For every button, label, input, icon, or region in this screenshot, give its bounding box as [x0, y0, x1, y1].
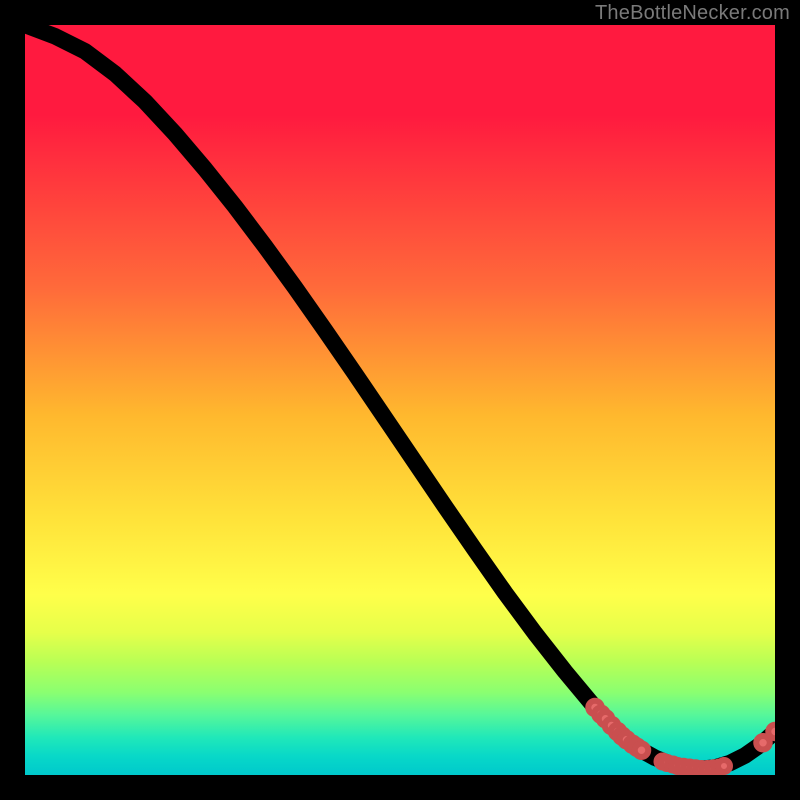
data-point [768, 725, 775, 739]
source-label: TheBottleNecker.com [595, 2, 790, 25]
chart-stage: TheBottleNecker.com [0, 0, 800, 800]
data-point [756, 736, 770, 750]
bottleneck-curve [25, 25, 775, 769]
curve-layer [25, 25, 775, 775]
data-point [718, 760, 730, 772]
data-points [588, 701, 775, 775]
data-point [635, 743, 649, 757]
plot-area [25, 25, 775, 775]
